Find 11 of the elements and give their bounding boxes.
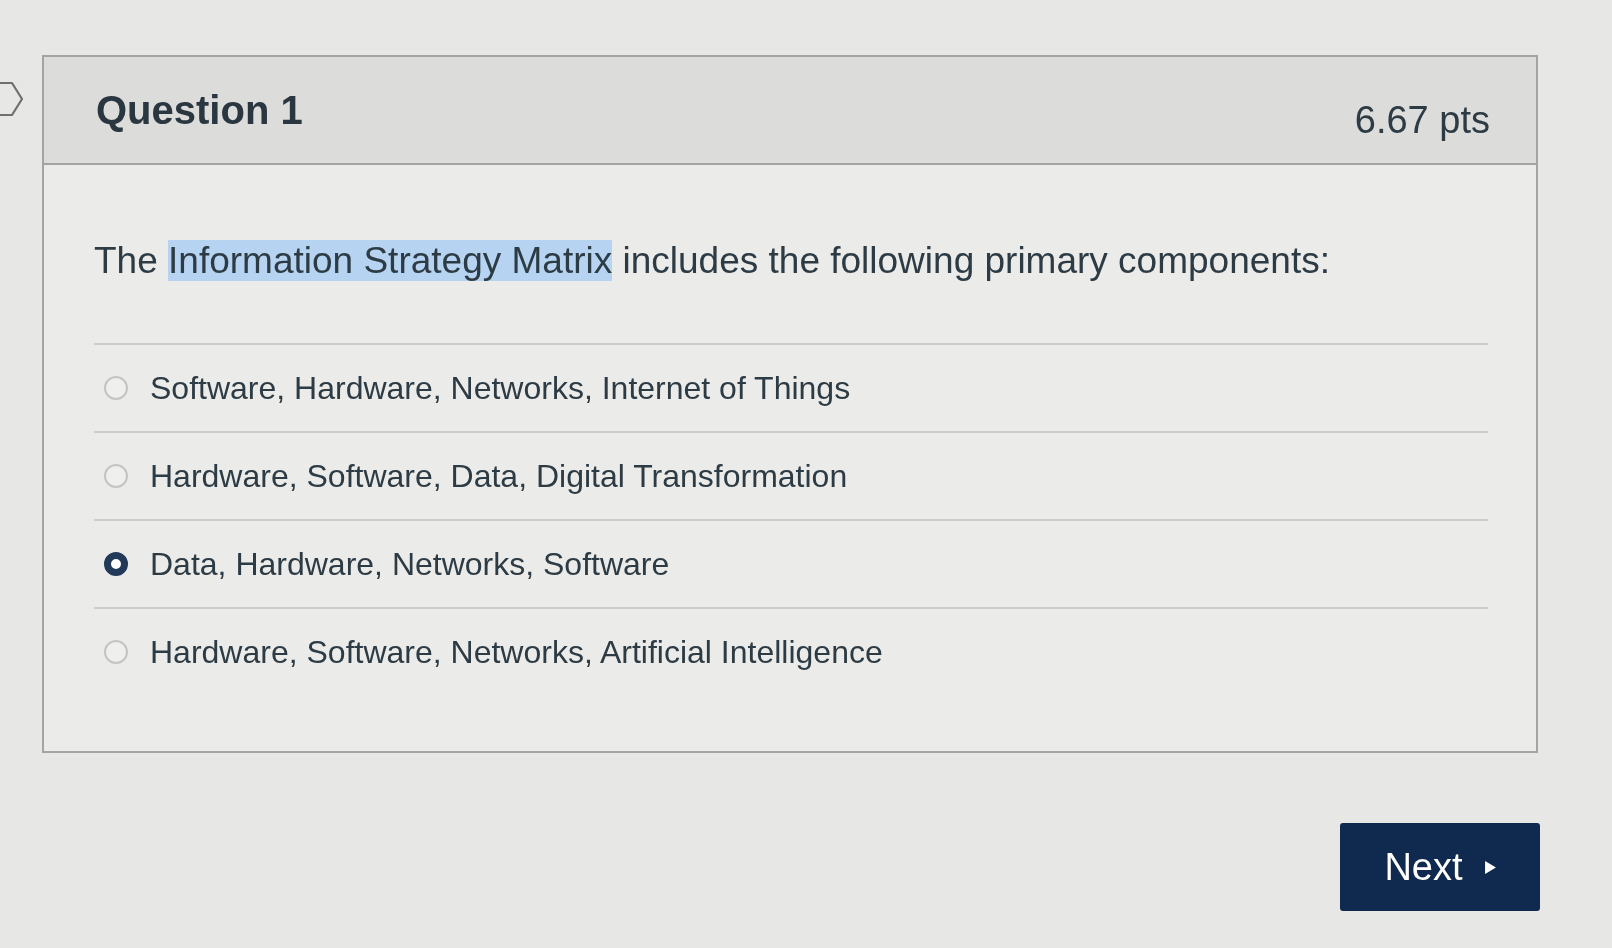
radio-button[interactable] xyxy=(104,552,128,576)
tag-outline-icon[interactable] xyxy=(0,81,24,117)
triangle-right-icon xyxy=(1484,860,1496,874)
question-title: Question 1 xyxy=(96,87,303,133)
points-label: 6.67 pts xyxy=(1354,97,1490,142)
answer-label[interactable]: Hardware, Software, Data, Digital Transformation xyxy=(150,456,848,496)
question-prompt: The Information Strategy Matrix includes the following primary components: xyxy=(94,239,1331,283)
answer-label[interactable]: Software, Hardware, Networks, Internet of Things xyxy=(150,368,851,408)
answer-label[interactable]: Data, Hardware, Networks, Software xyxy=(150,544,670,584)
next-button[interactable]: Next xyxy=(1340,823,1540,911)
answer-label[interactable]: Hardware, Software, Networks, Artificial Intelligence xyxy=(150,632,883,672)
